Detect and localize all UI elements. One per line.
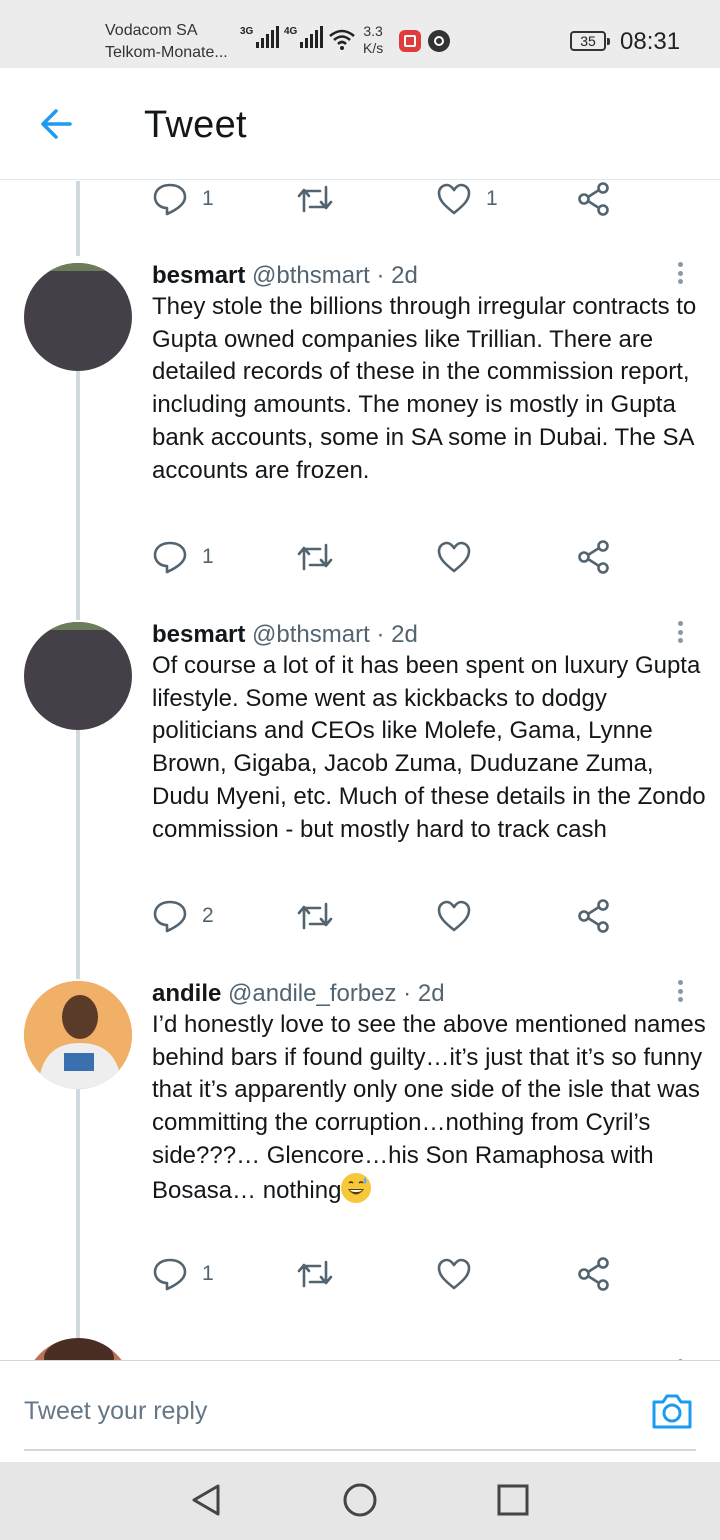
- top-header: Tweet: [0, 68, 720, 180]
- tweet-time: 2d: [391, 262, 418, 289]
- avatar[interactable]: [24, 981, 132, 1089]
- square-recents-icon[interactable]: [495, 1482, 531, 1518]
- like-button[interactable]: [436, 896, 472, 936]
- tweet-text-container: I’d honestly love to see the above menti…: [152, 1009, 708, 1207]
- user-handle[interactable]: @bthsmart: [252, 262, 370, 289]
- heart-icon: [437, 900, 471, 932]
- avatar[interactable]: [24, 263, 132, 371]
- wifi-icon: [329, 29, 355, 50]
- retweet-button[interactable]: [296, 896, 334, 936]
- reply-icon: [153, 900, 187, 933]
- like-button[interactable]: [436, 1254, 472, 1294]
- carrier-1: Vodacom SA: [105, 22, 198, 39]
- avatar-photo: [24, 981, 132, 1089]
- tweet-header: andile @andile_forbez · 2d: [152, 980, 445, 1007]
- reply-button[interactable]: 1: [152, 1254, 214, 1294]
- tweet-text: Of course a lot of it has been spent on …: [152, 652, 706, 843]
- tweet-header: besmart @bthsmart · 2d: [152, 262, 418, 289]
- thread-connector-line: [76, 729, 80, 979]
- tweet-actions: 1: [152, 1254, 622, 1294]
- retweet-icon: [297, 902, 333, 930]
- tweet-text: I’d honestly love to see the above menti…: [152, 1011, 706, 1204]
- user-name[interactable]: besmart: [152, 262, 245, 289]
- reply-underline: [24, 1449, 696, 1451]
- grinning-face-with-sweat-emoji: [341, 1172, 372, 1203]
- reply-composer: Tweet your reply: [0, 1360, 720, 1462]
- reply-button[interactable]: 1: [152, 537, 214, 577]
- reply-input[interactable]: Tweet your reply: [24, 1397, 207, 1426]
- user-name[interactable]: besmart: [152, 621, 245, 648]
- share-button[interactable]: [576, 1254, 612, 1294]
- page-title: Tweet: [144, 104, 247, 146]
- more-options-icon[interactable]: [674, 976, 686, 1006]
- heart-icon: [437, 541, 471, 573]
- retweet-icon: [297, 543, 333, 571]
- tweet-actions: 2: [152, 896, 622, 936]
- user-handle[interactable]: @andile_forbez: [228, 980, 396, 1007]
- thread-connector-line: [76, 371, 80, 620]
- signal-2-icon: 4G: [284, 26, 324, 48]
- heart-icon: [437, 1258, 471, 1290]
- reply-icon: [153, 183, 187, 216]
- battery-indicator: 35: [570, 31, 610, 51]
- thread-connector-line: [76, 1088, 80, 1338]
- share-button[interactable]: [576, 896, 612, 936]
- status-bar: Vodacom SA Telkom-Monate... 3G 4G 3.3 K/…: [0, 0, 720, 68]
- notification-app-icon: [399, 30, 421, 52]
- tweet-actions: 1: [152, 537, 622, 577]
- reply-button[interactable]: 2: [152, 896, 214, 936]
- share-button[interactable]: [576, 537, 612, 577]
- system-nav-bar: [0, 1462, 720, 1540]
- reply-icon: [153, 1258, 187, 1291]
- camera-icon[interactable]: [650, 1389, 694, 1433]
- thread-connector-line: [76, 181, 80, 256]
- retweet-icon: [297, 185, 333, 213]
- circle-home-icon[interactable]: [342, 1482, 378, 1518]
- signal-1-icon: 3G: [240, 26, 280, 48]
- retweet-button[interactable]: [296, 181, 334, 219]
- retweet-icon: [297, 1260, 333, 1288]
- tweet-actions: 1 1: [152, 181, 622, 219]
- tweet-time: 2d: [417, 980, 445, 1007]
- like-button[interactable]: [436, 537, 472, 577]
- avatar[interactable]: [24, 622, 132, 730]
- user-handle[interactable]: @bthsmart: [252, 621, 370, 648]
- user-name[interactable]: andile: [152, 980, 221, 1007]
- heart-icon: [437, 183, 471, 215]
- share-button[interactable]: [576, 181, 612, 219]
- arrow-left-icon[interactable]: [36, 104, 76, 144]
- whatsapp-icon: [428, 30, 450, 52]
- retweet-button[interactable]: [296, 1254, 334, 1294]
- share-icon: [578, 1257, 609, 1291]
- triangle-back-icon[interactable]: [188, 1482, 224, 1518]
- reply-button[interactable]: 1: [152, 181, 214, 219]
- more-options-icon[interactable]: [674, 258, 686, 288]
- avatar[interactable]: [24, 1338, 132, 1360]
- retweet-button[interactable]: [296, 537, 334, 577]
- reply-thread[interactable]: 1 1 besmart @bthsmart · 2d They stole th…: [0, 181, 720, 1360]
- network-speed: 3.3 K/s: [363, 23, 384, 56]
- like-button[interactable]: 1: [436, 181, 498, 219]
- share-icon: [578, 540, 609, 574]
- tweet-time: 2d: [391, 621, 418, 648]
- carrier-2: Telkom-Monate...: [105, 44, 228, 61]
- share-icon: [578, 899, 609, 933]
- clock: 08:31: [620, 28, 681, 55]
- more-options-icon[interactable]: [674, 617, 686, 647]
- tweet-text: They stole the billions through irregula…: [152, 293, 697, 484]
- share-icon: [578, 182, 609, 216]
- carrier-labels: Vodacom SA Telkom-Monate...: [105, 20, 228, 64]
- tweet-header: besmart @bthsmart · 2d: [152, 621, 418, 648]
- reply-icon: [153, 541, 187, 574]
